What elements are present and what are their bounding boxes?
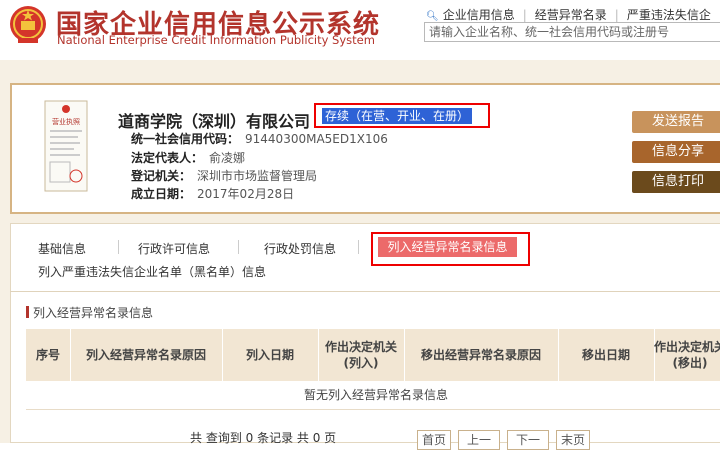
- authority-row: 登记机关： 深圳市市场监督管理局: [131, 167, 317, 184]
- col-in-date: 列入日期: [245, 348, 294, 362]
- tab-divider: [238, 240, 239, 254]
- status-badge: 存续（在营、开业、在册）: [322, 108, 472, 124]
- share-info-button[interactable]: 信息分享: [632, 141, 720, 163]
- section-title: 列入经营异常名录信息: [26, 304, 153, 321]
- next-page-button[interactable]: 下一: [507, 430, 549, 450]
- business-license-icon: 营业执照: [44, 100, 88, 192]
- tab-penalty-info[interactable]: 行政处罚信息: [264, 240, 336, 257]
- company-name: 道商学院（深圳）有限公司: [118, 112, 311, 131]
- col-in-reason: 列入经营异常名录原因: [85, 348, 206, 362]
- national-emblem-icon: [10, 6, 46, 43]
- tab-abnormal-list[interactable]: 列入经营异常名录信息: [378, 237, 517, 257]
- est-date-row: 成立日期： 2017年02月28日: [131, 185, 294, 202]
- legal-rep-value: 俞凌娜: [209, 151, 246, 165]
- tab-divider: [358, 240, 359, 254]
- col-in-authority: 作出决定机关(列入): [324, 340, 397, 370]
- tab-basic-info[interactable]: 基础信息: [38, 240, 86, 257]
- table-header: 序号 列入经营异常名录原因 列入日期 作出决定机关(列入) 移出经营异常名录原因…: [26, 329, 720, 381]
- search-icon: 🔍︎: [426, 11, 439, 22]
- section-marker: [26, 306, 29, 318]
- search-input[interactable]: 请输入企业名称、统一社会信用代码或注册号: [424, 22, 720, 42]
- section-title-text: 列入经营异常名录信息: [33, 306, 154, 320]
- prev-page-button[interactable]: 上一: [458, 430, 500, 450]
- col-out-authority: 作出决定机关(移出): [654, 340, 720, 370]
- section-divider: [10, 291, 720, 292]
- est-date-label: 成立日期：: [131, 187, 192, 201]
- svg-text:营业执照: 营业执照: [52, 117, 80, 126]
- nav-abnormal-list[interactable]: 经营异常名录: [535, 8, 607, 22]
- first-page-button[interactable]: 首页: [417, 430, 451, 450]
- credit-code-value: 91440300MA5ED1X106: [245, 132, 388, 146]
- col-out-date: 移出日期: [581, 348, 630, 362]
- credit-code-row: 统一社会信用代码： 91440300MA5ED1X106: [131, 130, 388, 147]
- credit-code-label: 统一社会信用代码：: [131, 132, 240, 146]
- nav-blacklist[interactable]: 严重违法失信企: [627, 8, 711, 22]
- legal-rep-label: 法定代表人：: [131, 151, 204, 165]
- tab-blacklist[interactable]: 列入严重违法失信企业名单（黑名单）信息: [38, 263, 266, 280]
- col-out-reason: 移出经营异常名录原因: [420, 348, 541, 362]
- top-nav: 🔍︎ 企业信用信息 | 经营异常名录 | 严重违法失信企: [426, 8, 711, 22]
- tab-divider: [118, 240, 119, 254]
- authority-label: 登记机关：: [131, 169, 192, 183]
- site-header: 国家企业信用信息公示系统 National Enterprise Credit …: [0, 0, 720, 60]
- pager-summary: 共 查询到 0 条记录 共 0 页: [190, 431, 337, 445]
- last-page-button[interactable]: 末页: [556, 430, 590, 450]
- nav-credit-info[interactable]: 企业信用信息: [443, 8, 515, 22]
- tab-permit-info[interactable]: 行政许可信息: [138, 240, 210, 257]
- site-subtitle: National Enterprise Credit Information P…: [57, 33, 375, 47]
- empty-table-message: 暂无列入经营异常名录信息: [26, 381, 720, 410]
- print-info-button[interactable]: 信息打印: [632, 171, 720, 193]
- legal-rep-row: 法定代表人： 俞凌娜: [131, 149, 245, 166]
- est-date-value: 2017年02月28日: [197, 187, 295, 201]
- authority-value: 深圳市市场监督管理局: [197, 169, 318, 183]
- send-report-button[interactable]: 发送报告: [632, 111, 720, 133]
- col-index: 序号: [35, 348, 60, 362]
